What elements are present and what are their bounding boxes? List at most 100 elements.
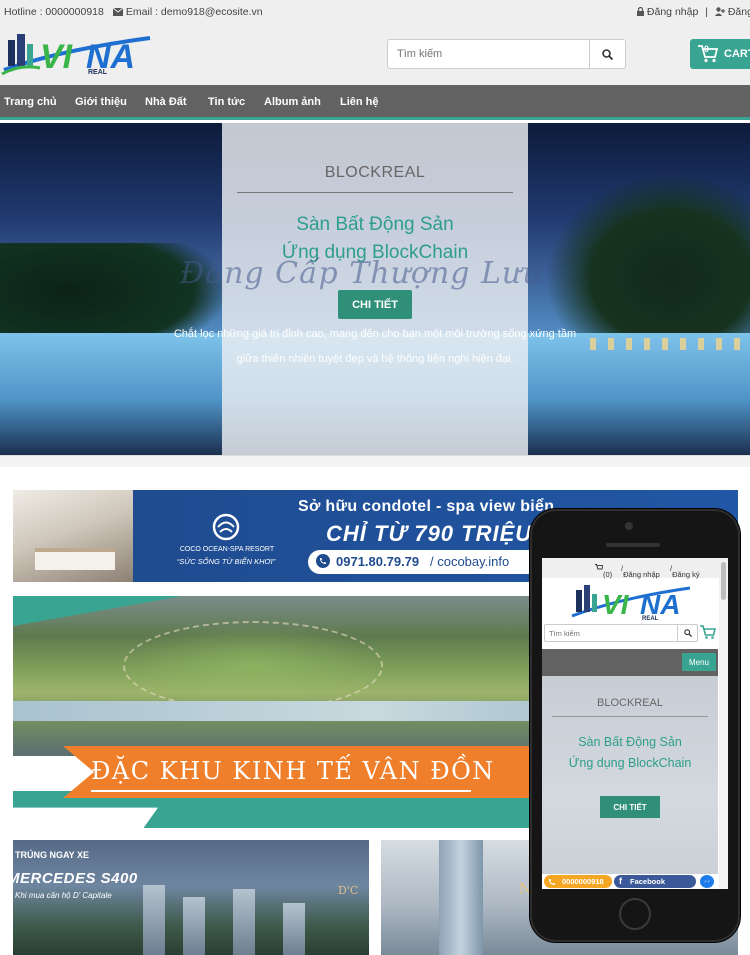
hero-slider: BLOCKREAL Sàn Bất Động Sản Ứng dụng Bloc… [0,123,750,455]
logo-sub: REAL [88,69,108,76]
account-links: Đăng nhập | Đăng ký [637,6,750,18]
mobile-cart-icon [595,564,604,570]
mobile-register-text: Đăng ký [672,570,700,579]
banner-title-underline [91,790,471,792]
banner-contact: 0971.80.79.79 / cocobay.info [308,550,542,574]
site-logo[interactable]: VI NA REAL [0,30,155,78]
mobile-search-icon [683,629,692,637]
envelope-icon [112,7,124,16]
phone-icon [316,554,330,568]
banner-teal-corner [13,596,183,626]
mobile-hero-divider [552,716,708,717]
phone-speaker [606,543,660,547]
coco-resort-logo [212,513,240,541]
mobile-scrollbar[interactable] [719,558,728,889]
nav-item-real-estate[interactable]: Nhà Đất [145,96,187,108]
mercedes-promo-card[interactable]: TRÚNG NGAY XE MERCEDES S400 Khi mua căn … [13,840,369,955]
resort-name: COCO OCEAN-SPA RESORT [179,546,275,553]
mobile-register-link[interactable]: / Đăng ký [670,564,700,579]
hero-desc-line2: giữa thiên nhiên tuyệt đẹp và hệ thống t… [236,353,514,365]
nav-item-contact[interactable]: Liên hệ [340,96,379,108]
search-input[interactable] [388,40,588,68]
mobile-hero-brand: BLOCKREAL [596,697,664,709]
main-nav: Trang chủ Giới thiệu Nhà Đất Tin tức Alb… [0,85,750,120]
mobile-logo-vi: VI [602,589,630,620]
promo-line1: TRÚNG NGAY XE [15,850,90,860]
banner-van-don-title: ĐẶC KHU KINH TẾ VÂN ĐỒN [91,757,495,785]
mobile-hero-headline: Sàn Bất Động Sản Ứng dụng BlockChain [542,732,718,774]
hero-brand: BLOCKREAL [324,164,426,181]
messenger-glyph [703,879,711,883]
tower-4 [283,903,305,955]
banner-title: Sở hữu condotel - spa view biển [298,498,555,515]
nav-item-news[interactable]: Tin tức [208,96,245,108]
banner-phone-number: 0971.80.79.79 [336,554,420,569]
nav-item-album[interactable]: Album ảnh [264,96,321,108]
phone-home-button [619,898,651,930]
mobile-detail-button[interactable]: CHI TIẾT [600,796,660,818]
promo-line2: MERCEDES S400 [13,870,138,887]
facebook-icon: f [619,876,622,886]
hero-headline-line1: Sàn Bất Động Sản [296,214,454,235]
mobile-search-box [544,624,698,642]
email-info: Email : demo918@ecosite.vn [112,6,263,18]
mobile-contact-bar: 0000000918 f Facebook [542,874,718,889]
mobile-scroll-thumb[interactable] [721,562,726,600]
mobile-nav: Menu [542,649,718,676]
search-box [387,39,626,69]
site-header: VI NA REAL 0 CART [0,24,750,85]
mobile-facebook-text: Facebook [630,877,666,886]
banner-park [123,621,383,711]
hotline-text: Hotline : 0000000918 [4,6,104,18]
register-link[interactable]: Đăng ký [728,6,750,18]
mobile-top-bar: (0) / Đăng nhập / Đăng ký [542,558,728,579]
banner-bed [35,548,115,570]
mobile-login-link[interactable]: / Đăng nhập [621,564,660,579]
search-button[interactable] [589,40,625,68]
mobile-hotline-button[interactable]: 0000000918 [544,875,612,888]
mobile-phone-icon [549,878,555,885]
mobile-facebook-button[interactable]: f Facebook [614,875,696,888]
mobile-login-text: Đăng nhập [623,570,660,579]
mobile-cart-count: (0) [603,570,613,579]
tower-building [439,840,483,955]
search-icon [602,48,613,60]
mobile-cart-button-icon[interactable] [700,624,716,640]
email-text: Email : demo918@ecosite.vn [125,6,263,18]
cart-button[interactable]: 0 CART [690,39,750,69]
promo-line3: Khi mua căn hộ D' Capitale [15,891,112,900]
mobile-cart-link[interactable]: (0) [595,564,612,579]
hero-script-text: Đẳng Cấp Thượng Lưu [180,256,543,291]
mobile-headline-line2: Ứng dụng BlockChain [568,756,692,770]
lock-icon [637,6,644,16]
hero-description: Chắt lọc những giá trị đỉnh cao, mang đế… [120,322,630,372]
mobile-logo-sub: REAL [642,616,659,622]
login-link[interactable]: Đăng nhập [647,6,698,18]
banner-price: CHỈ TỪ 790 TRIỆU [326,521,533,546]
tower-1 [143,885,165,955]
mobile-search-button[interactable] [677,625,697,641]
mobile-menu-button[interactable]: Menu [682,653,716,671]
hero-desc-line1: Chắt lọc những giá trị đỉnh cao, mang đế… [173,328,577,340]
top-bar: Hotline : 0000000918 Email : demo918@eco… [0,0,750,24]
promo-mark: D'C [338,884,359,897]
hero-divider [237,192,513,193]
hero-detail-button[interactable]: CHI TIẾT [338,290,412,319]
nav-item-about[interactable]: Giới thiệu [75,96,127,108]
resort-slogan: “SỨC SỐNG TỪ BIỂN KHƠI” [176,557,276,566]
tower-2 [183,897,205,955]
mobile-screen: (0) / Đăng nhập / Đăng ký VI NA REAL Men… [542,558,728,889]
banner-website: / cocobay.info [430,554,510,569]
phone-camera [625,522,633,530]
logo-vi: VI [40,38,74,76]
section-divider [0,455,750,467]
cart-label: CART [724,48,750,60]
nav-item-home[interactable]: Trang chủ [4,96,57,108]
mobile-hotline-text: 0000000918 [562,877,604,886]
tower-3 [233,889,255,955]
messenger-icon[interactable] [700,875,714,888]
mobile-hero-panel: BLOCKREAL Sàn Bất Động Sản Ứng dụng Bloc… [542,676,718,879]
mobile-search-input[interactable] [545,625,675,641]
mobile-logo[interactable]: VI NA REAL [570,582,694,622]
cart-count: 0 [704,44,710,54]
